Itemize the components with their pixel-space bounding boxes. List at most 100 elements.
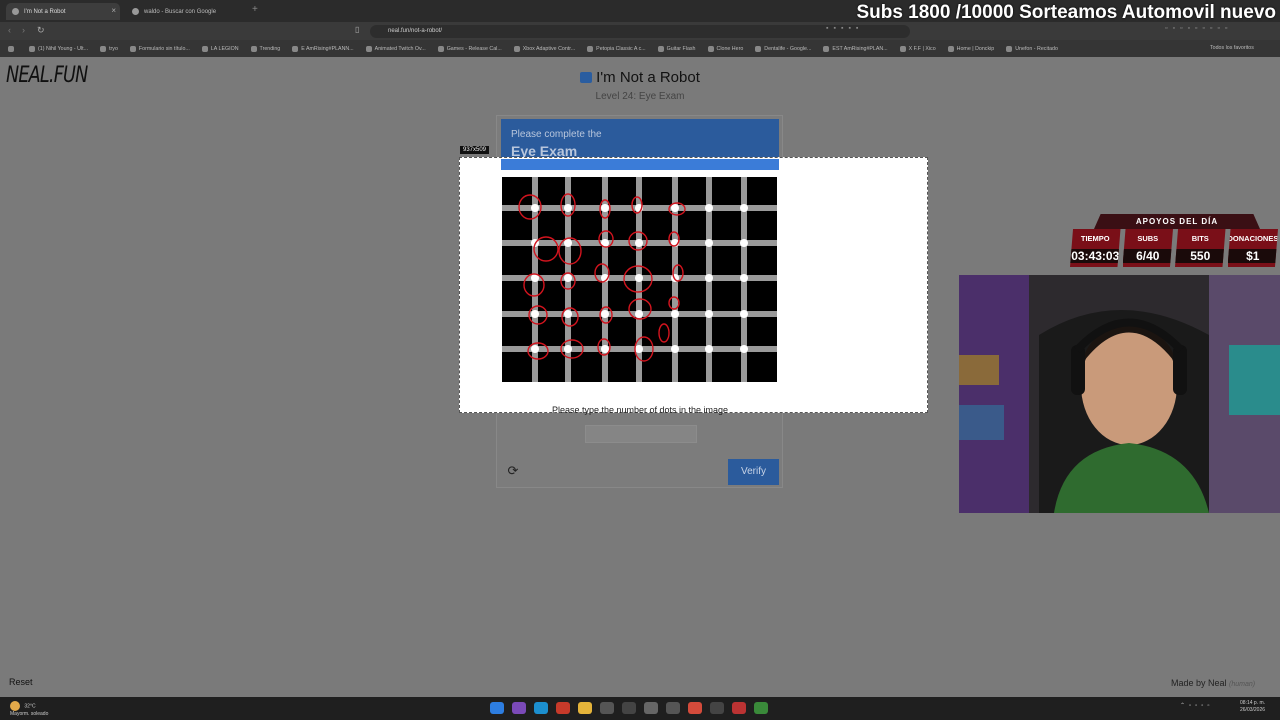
grid-dot — [671, 204, 679, 212]
grid-dot — [740, 310, 748, 318]
clock[interactable]: 08:14 p. m. 26/03/2026 — [1240, 700, 1265, 714]
brave-icon[interactable] — [556, 702, 570, 714]
grid-dot — [531, 204, 539, 212]
site-logo[interactable]: NEAL.FUN — [6, 63, 88, 88]
app-icon[interactable] — [732, 702, 746, 714]
bookmark-item[interactable]: Home | Donckip — [947, 45, 995, 52]
bookmark-item[interactable]: EST AmRising#PLAN... — [823, 45, 888, 52]
app-icon[interactable] — [754, 702, 768, 714]
app-icon[interactable] — [666, 702, 680, 714]
bookmark-favicon — [587, 45, 594, 52]
grid-dot — [564, 239, 572, 247]
bookmark-item[interactable]: Trending — [250, 45, 281, 52]
bookmark-item[interactable]: Formulario sin título... — [129, 45, 190, 52]
app-icon[interactable] — [710, 702, 724, 714]
bookmark-favicon — [292, 45, 299, 52]
stat-value: $1 — [1227, 249, 1278, 263]
chrome-icon[interactable] — [688, 702, 702, 714]
bookmark-label: Home | Donckip — [956, 45, 995, 52]
human-tag: (human) — [1229, 681, 1256, 688]
bookmark-item[interactable]: Games - Release Cal... — [437, 45, 502, 52]
grid-dot — [705, 345, 713, 353]
screen: I'm Not a Robot × waldo - Buscar con Goo… — [0, 0, 1280, 720]
stat-donations: DONACIONES $1 — [1227, 229, 1279, 267]
app-icon[interactable] — [512, 702, 526, 714]
bookmark-item[interactable]: Petopia Classic A c... — [587, 45, 646, 52]
captcha-instruction: Please complete the — [511, 129, 602, 140]
bookmark-item[interactable]: Animated Twitch Ov... — [365, 45, 426, 52]
browser-menu-icons[interactable]: ▫▫▫▫▫▫▫▫▫ — [1165, 25, 1232, 32]
edge-icon[interactable] — [534, 702, 548, 714]
grid-dot — [740, 239, 748, 247]
dot-count-input[interactable] — [585, 425, 697, 443]
bookmark-favicon — [513, 45, 520, 52]
grid-dot — [564, 310, 572, 318]
grid-dot — [740, 204, 748, 212]
back-icon[interactable]: ‹ — [8, 25, 11, 35]
bookmark-item[interactable]: Xbox Adaptive Contr... — [513, 45, 575, 52]
bookmark-item[interactable]: Dentalife - Google... — [755, 45, 811, 52]
taskbar: 32°C Mayorm. soleado ⌃▫▫▫▫ 08:14 p. m. 2… — [0, 697, 1280, 720]
daily-support-panel: APOYOS DEL DÍA TIEMPO 03:43:03 SUBS 6/40 B… — [1070, 214, 1280, 267]
app-icon[interactable] — [600, 702, 614, 714]
webcam-feed — [959, 275, 1280, 513]
bookmark-item[interactable]: Guitar Flash — [657, 45, 696, 52]
grid-dot — [564, 204, 572, 212]
made-by[interactable]: Made by Neal (human) — [1171, 678, 1255, 688]
forward-icon[interactable]: › — [22, 25, 25, 35]
bookmark-label: tryo — [109, 45, 118, 52]
bookmark-item[interactable]: tryo — [100, 45, 118, 52]
weather-widget[interactable]: 32°C Mayorm. soleado — [10, 701, 48, 717]
grid-illusion — [502, 177, 777, 382]
grid-dot — [740, 274, 748, 282]
verify-button[interactable]: Verify — [728, 459, 779, 485]
bookmark-favicon — [755, 45, 762, 52]
bookmark-favicon — [129, 45, 136, 52]
new-tab-icon[interactable]: + — [252, 4, 258, 15]
bookmark-item[interactable]: Clone Hero — [707, 45, 744, 52]
tab-not-a-robot[interactable]: I'm Not a Robot × — [6, 3, 120, 20]
bookmark-favicon — [947, 45, 954, 52]
bookmark-item[interactable]: E AmRising#PLANN... — [292, 45, 354, 52]
google-icon — [132, 8, 139, 15]
extension-icons[interactable]: ▪▪▪▪▪ — [826, 25, 863, 32]
bookmark-item[interactable]: (1) Nihil Young - Ult... — [29, 45, 88, 52]
support-header: APOYOS DEL DÍA — [1094, 214, 1260, 229]
page-title-text: I'm Not a Robot — [596, 69, 700, 86]
app-icon[interactable] — [622, 702, 636, 714]
stat-label: DONACIONES — [1227, 234, 1279, 243]
all-favorites-folder[interactable]: Todos los favoritos — [1210, 45, 1254, 51]
bookmark-label: Guitar Flash — [666, 45, 696, 52]
folder-icon[interactable] — [578, 702, 592, 714]
bookmark-item[interactable]: X F.F | Xico — [899, 45, 936, 52]
bookmark-label: Trending — [259, 45, 281, 52]
bookmark-label: E AmRising#PLANN... — [301, 45, 354, 52]
refresh-icon[interactable]: ⟳ — [505, 463, 521, 479]
grid-dot — [705, 310, 713, 318]
settings-icon[interactable] — [644, 702, 658, 714]
grid-dot — [564, 274, 572, 282]
stat-value: 550 — [1175, 249, 1226, 263]
grid-dot — [635, 310, 643, 318]
bookmark-page-icon[interactable]: ▯ — [355, 25, 359, 34]
bookmarks-bar: (1) Nihil Young - Ult... tryo Formulario s… — [0, 40, 1280, 57]
stat-label: SUBS — [1137, 234, 1159, 243]
reset-link[interactable]: Reset — [9, 677, 33, 687]
tab-google-search[interactable]: waldo - Buscar con Google — [126, 3, 250, 20]
stat-bits: BITS 550 — [1175, 229, 1226, 267]
reload-icon[interactable]: ↻ — [37, 25, 45, 36]
start-icon[interactable] — [490, 702, 504, 714]
bookmark-item[interactable]: LA LEGION — [201, 45, 239, 52]
bookmark-item[interactable]: Unefon - Recitado — [1006, 45, 1058, 52]
apps-icon[interactable] — [8, 45, 17, 52]
bookmark-favicon — [250, 45, 257, 52]
grid-dot — [601, 345, 609, 353]
grid-dot — [635, 274, 643, 282]
selection-size-label: 937x509 — [460, 146, 490, 154]
tab-title: I'm Not a Robot — [24, 8, 66, 15]
bookmark-favicon — [29, 45, 35, 52]
bookmark-label: Formulario sin título... — [138, 45, 190, 52]
close-tab-icon[interactable]: × — [111, 6, 116, 15]
bookmark-label: Clone Hero — [716, 45, 744, 52]
system-tray-icons[interactable]: ⌃▫▫▫▫ — [1180, 702, 1214, 709]
